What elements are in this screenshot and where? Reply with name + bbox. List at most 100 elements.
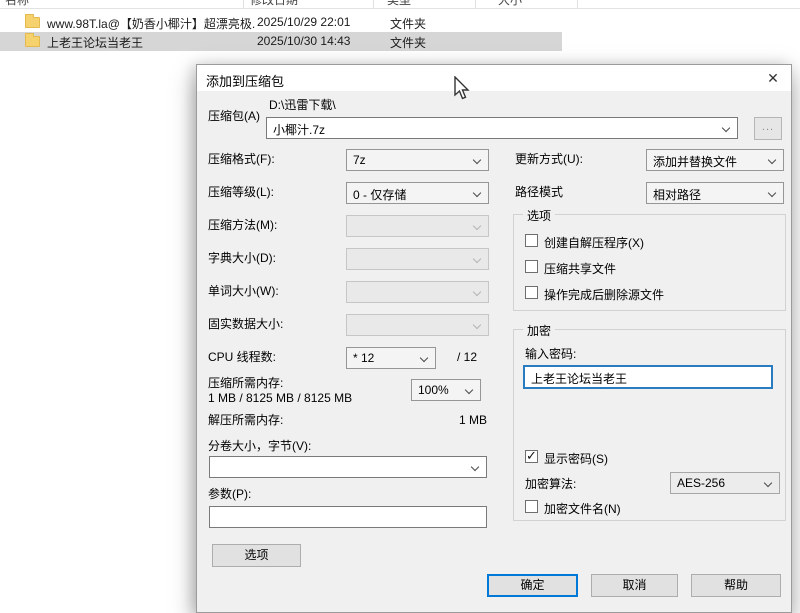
file-name[interactable]: www.98T.la@【奶香小椰汁】超漂亮极... [47,15,255,32]
column-divider[interactable] [577,0,578,9]
column-divider[interactable] [243,0,244,9]
method-select-disabled [346,215,489,237]
word-size-select-disabled [346,281,489,303]
cancel-button[interactable]: 取消 [591,574,678,597]
archive-name-value: 小椰汁.7z [273,121,325,138]
memory-usage-label: 压缩所需内存: [208,376,283,391]
level-label: 压缩等级(L): [208,185,274,200]
cpu-threads-total: / 12 [457,350,477,365]
delete-after-label: 操作完成后删除源文件 [544,286,664,303]
chevron-down-icon [473,255,481,263]
format-select[interactable]: 7z [346,149,489,171]
update-mode-value: 添加并替换文件 [653,153,737,170]
update-mode-label: 更新方式(U): [515,152,583,167]
archive-path: D:\迅雷下载\ [269,98,336,113]
column-divider[interactable] [373,0,374,9]
folder-icon [25,17,40,28]
dictionary-select-disabled [346,248,489,270]
checkbox-unchecked[interactable] [525,234,538,247]
add-to-archive-dialog: 添加到压缩包 ✕ 压缩包(A) D:\迅雷下载\ 小椰汁.7z ... 压缩格式… [196,64,792,613]
chevron-down-icon[interactable] [471,463,479,471]
options-group-label: 选项 [523,207,555,224]
checkbox-unchecked[interactable] [525,286,538,299]
memory-percent-value: 100% [418,383,449,397]
column-size[interactable]: 大小 [498,0,522,8]
level-select[interactable]: 0 - 仅存储 [346,182,489,204]
format-label: 压缩格式(F): [208,152,275,167]
cpu-threads-value: * 12 [353,351,374,365]
cpu-threads-label: CPU 线程数: [208,350,276,365]
file-type: 文件夹 [390,34,426,51]
password-input[interactable]: 上老王论坛当老王 [523,365,773,389]
volume-size-label: 分卷大小，字节(V): [208,439,311,454]
chevron-down-icon [473,321,481,329]
file-date: 2025/10/29 22:01 [257,15,350,29]
chevron-down-icon[interactable] [473,156,481,164]
path-mode-value: 相对路径 [653,186,701,203]
cpu-threads-select[interactable]: * 12 [346,347,436,369]
column-date[interactable]: 修改日期 [250,0,298,8]
format-value: 7z [353,153,366,167]
parameters-input[interactable] [209,506,487,528]
memory-usage-detail: 1 MB / 8125 MB / 8125 MB [208,391,352,406]
chevron-down-icon [473,222,481,230]
chevron-down-icon[interactable] [764,479,772,487]
dialog-title: 添加到压缩包 [206,71,284,90]
chevron-down-icon [473,288,481,296]
path-mode-select[interactable]: 相对路径 [646,182,784,204]
encryption-group-label: 加密 [523,322,555,339]
shared-files-label: 压缩共享文件 [544,260,616,277]
folder-icon [25,36,40,47]
solid-size-select-disabled [346,314,489,336]
chevron-down-icon[interactable] [768,156,776,164]
solid-size-label: 固实数据大小: [208,317,283,332]
level-value: 0 - 仅存储 [353,186,406,203]
encryption-method-label: 加密算法: [525,477,576,492]
column-type[interactable]: 类型 [387,0,411,8]
checkbox-unchecked[interactable] [525,500,538,513]
column-name[interactable]: 名称 [5,0,29,8]
parameters-label: 参数(P): [208,487,251,502]
file-name[interactable]: 上老王论坛当老王 [47,34,255,51]
encryption-method-select[interactable]: AES-256 [670,472,780,494]
options-groupbox: 选项 创建自解压程序(X) 压缩共享文件 操作完成后删除源文件 [513,214,786,311]
chevron-down-icon[interactable] [473,189,481,197]
decompress-memory-label: 解压所需内存: [208,413,283,428]
decompress-memory-value: 1 MB [397,413,487,428]
update-mode-select[interactable]: 添加并替换文件 [646,149,784,171]
archive-name-combobox[interactable]: 小椰汁.7z [266,117,738,139]
file-date: 2025/10/30 14:43 [257,34,350,48]
encrypt-filenames-label: 加密文件名(N) [544,500,621,517]
archive-label: 压缩包(A) [208,109,260,124]
column-divider[interactable] [475,0,476,9]
path-mode-label: 路径模式 [515,185,563,200]
checkbox-checked[interactable]: ✓ [525,450,538,463]
word-size-label: 单词大小(W): [208,284,279,299]
create-sfx-label: 创建自解压程序(X) [544,234,644,251]
chevron-down-icon[interactable] [722,124,730,132]
method-label: 压缩方法(M): [208,218,277,233]
file-row-selected[interactable]: 上老王论坛当老王 2025/10/30 14:43 文件夹 [0,32,800,51]
encryption-method-value: AES-256 [677,476,725,490]
help-button[interactable]: 帮助 [691,574,781,597]
chevron-down-icon[interactable] [768,189,776,197]
dictionary-label: 字典大小(D): [208,251,276,266]
encryption-groupbox: 加密 输入密码: 上老王论坛当老王 ✓ 显示密码(S) 加密算法: AES-25… [513,329,786,521]
password-label: 输入密码: [525,347,576,362]
ok-button[interactable]: 确定 [487,574,578,597]
explorer-column-header[interactable]: 名称 修改日期 类型 大小 [0,0,800,9]
checkmark-icon: ✓ [526,448,537,464]
volume-size-combobox[interactable] [209,456,487,478]
file-type: 文件夹 [390,15,426,32]
mouse-cursor [453,76,475,102]
dialog-titlebar[interactable]: 添加到压缩包 ✕ [197,65,791,91]
checkbox-unchecked[interactable] [525,260,538,273]
chevron-down-icon[interactable] [420,354,428,362]
options-button[interactable]: 选项 [212,544,301,567]
browse-button[interactable]: ... [754,117,782,140]
chevron-down-icon[interactable] [465,386,473,394]
memory-percent-select[interactable]: 100% [411,379,481,401]
close-icon[interactable]: ✕ [755,65,791,91]
file-row[interactable]: www.98T.la@【奶香小椰汁】超漂亮极... 2025/10/29 22:… [0,13,800,32]
show-password-label: 显示密码(S) [544,450,608,467]
